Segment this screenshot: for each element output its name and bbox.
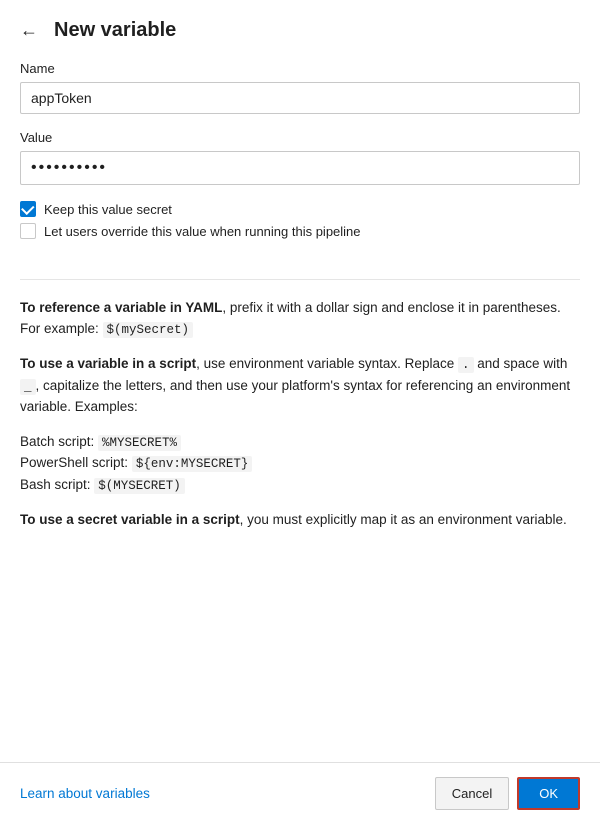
divider xyxy=(20,279,580,280)
keep-secret-label: Keep this value secret xyxy=(44,202,172,217)
powershell-code: ${env:MYSECRET} xyxy=(132,456,253,472)
name-form-group: Name xyxy=(20,61,580,114)
info-section: To reference a variable in YAML, prefix … xyxy=(20,298,580,742)
batch-label: Batch script: xyxy=(20,434,94,449)
keep-secret-row[interactable]: Keep this value secret xyxy=(20,201,580,217)
script-info: To use a variable in a script, use envir… xyxy=(20,354,580,418)
yaml-code-example: $(mySecret) xyxy=(103,322,194,338)
cancel-button[interactable]: Cancel xyxy=(435,777,509,810)
name-label: Name xyxy=(20,61,580,76)
secret-variable-rest: , you must explicitly map it as an envir… xyxy=(240,512,567,527)
value-form-group: Value xyxy=(20,130,580,185)
yaml-info-bold: To reference a variable in YAML xyxy=(20,300,222,315)
dot-code: . xyxy=(458,357,474,373)
page-title: New variable xyxy=(54,19,176,42)
checkboxes-section: Keep this value secret Let users overrid… xyxy=(20,201,580,245)
let-users-override-checkbox[interactable] xyxy=(20,223,36,239)
script-info-rest2: , capitalize the letters, and then use y… xyxy=(20,378,570,414)
keep-secret-checkbox[interactable] xyxy=(20,201,36,217)
script-examples: Batch script: %MYSECRET% PowerShell scri… xyxy=(20,432,580,496)
script-info-bold: To use a variable in a script xyxy=(20,356,196,371)
and-space-with: and space with xyxy=(477,356,567,371)
main-content: Name Value Keep this value secret Let us… xyxy=(0,57,600,762)
batch-code: %MYSECRET% xyxy=(98,435,181,451)
value-label: Value xyxy=(20,130,580,145)
let-users-override-row[interactable]: Let users override this value when runni… xyxy=(20,223,580,239)
name-input[interactable] xyxy=(20,82,580,114)
learn-link[interactable]: Learn about variables xyxy=(20,786,150,801)
bash-code: $(MYSECRET) xyxy=(94,478,185,494)
yaml-info: To reference a variable in YAML, prefix … xyxy=(20,298,580,340)
secret-variable-info: To use a secret variable in a script, yo… xyxy=(20,510,580,531)
let-users-override-label: Let users override this value when runni… xyxy=(44,224,361,239)
footer-buttons: Cancel OK xyxy=(435,777,580,810)
bash-label: Bash script: xyxy=(20,477,91,492)
ok-button[interactable]: OK xyxy=(517,777,580,810)
page-header: ← New variable xyxy=(0,0,600,57)
powershell-label: PowerShell script: xyxy=(20,455,128,470)
script-info-rest: , use environment variable syntax. Repla… xyxy=(196,356,454,371)
footer: Learn about variables Cancel OK xyxy=(0,762,600,824)
value-input[interactable] xyxy=(20,151,580,185)
underscore-code: _ xyxy=(20,379,36,395)
back-button[interactable]: ← xyxy=(16,16,42,45)
secret-variable-bold: To use a secret variable in a script xyxy=(20,512,240,527)
